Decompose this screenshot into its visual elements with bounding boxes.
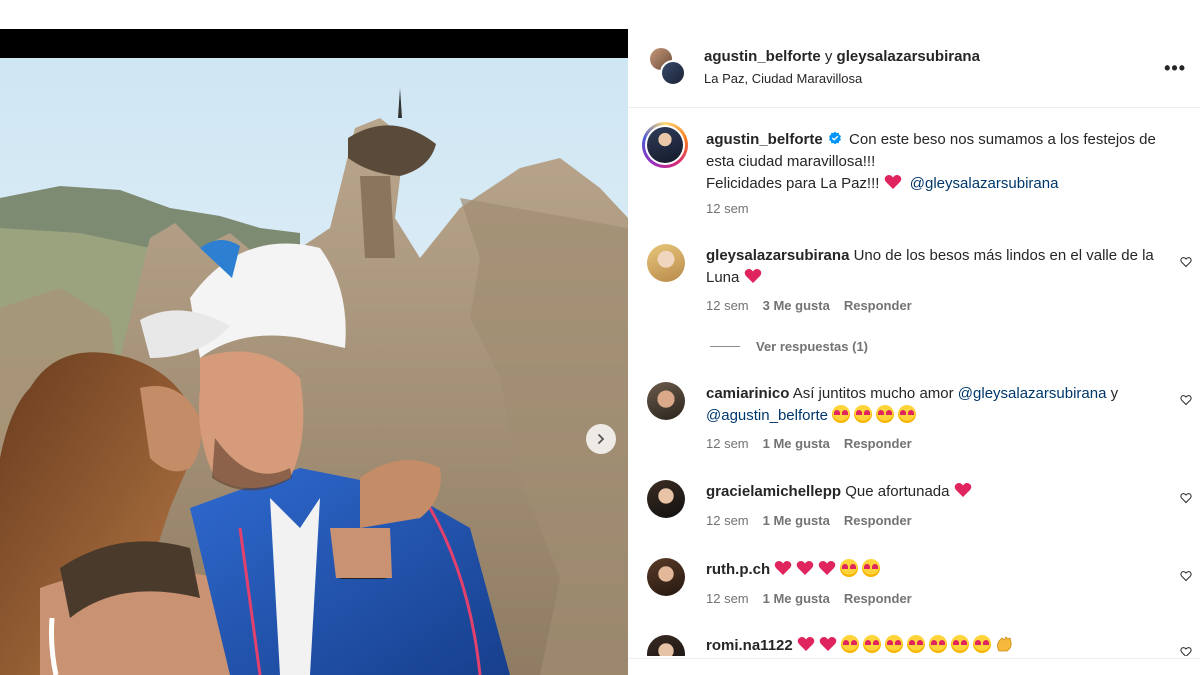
more-horizontal-icon: ••• <box>1164 58 1186 78</box>
caption-time[interactable]: 12 sem <box>706 201 749 216</box>
post-photo[interactable] <box>0 58 628 675</box>
post-media <box>0 0 628 675</box>
comment-text: camiarinico Así juntitos mucho amor @gle… <box>706 383 1176 427</box>
heart-eyes-emoji-icon <box>840 635 859 653</box>
heart-eyes-emoji-icon <box>862 635 881 653</box>
caption-username[interactable]: agustin_belforte <box>706 131 823 148</box>
comment-meta: 12 sem 1 Me gusta Responder <box>706 591 912 606</box>
comment-time[interactable]: 12 sem <box>706 513 749 528</box>
view-replies-label: Ver respuestas (1) <box>756 339 869 354</box>
comments-panel: agustin_belforte y gleysalazarsubirana L… <box>628 0 1200 675</box>
comment-username[interactable]: gleysalazarsubirana <box>706 247 849 264</box>
caption-text: agustin_belforte Con este beso nos sumam… <box>706 129 1176 195</box>
post-location[interactable]: La Paz, Ciudad Maravillosa <box>704 71 862 86</box>
comment-clip: romi.na1122 <box>628 628 1200 656</box>
media-top-bar <box>0 29 628 58</box>
comment-time[interactable]: 12 sem <box>706 298 749 313</box>
comment-likes[interactable]: 1 Me gusta <box>763 436 830 451</box>
red-heart-icon <box>954 483 971 497</box>
comment-username[interactable]: camiarinico <box>706 385 789 402</box>
post-header: agustin_belforte y gleysalazarsubirana L… <box>628 28 1200 108</box>
comment-text: romi.na1122 <box>706 635 1176 656</box>
comment-text: gleysalazarsubirana Uno de los besos más… <box>706 245 1176 289</box>
red-heart-icon <box>884 175 901 189</box>
heart-eyes-emoji-icon <box>884 635 903 653</box>
next-image-button[interactable] <box>586 424 616 454</box>
heart-eyes-emoji-icon <box>928 635 947 653</box>
chevron-right-icon <box>598 434 605 444</box>
avatar[interactable] <box>647 558 685 596</box>
reply-button[interactable]: Responder <box>844 591 912 606</box>
red-heart-icon <box>744 269 761 283</box>
heart-outline-icon[interactable] <box>1180 646 1192 656</box>
heart-eyes-emoji-icon <box>972 635 991 653</box>
red-heart-icon <box>775 561 792 575</box>
comment-time[interactable]: 12 sem <box>706 591 749 606</box>
verified-badge-icon <box>828 131 841 145</box>
heart-eyes-emoji-icon <box>854 405 873 423</box>
avatar <box>660 60 686 86</box>
red-heart-icon <box>797 637 815 651</box>
red-heart-icon <box>819 637 837 651</box>
comment-likes[interactable]: 1 Me gusta <box>763 513 830 528</box>
more-options-button[interactable]: ••• <box>1164 58 1186 79</box>
clapping-hands-icon <box>996 636 1012 652</box>
heart-eyes-emoji-icon <box>906 635 925 653</box>
caption-avatar[interactable] <box>642 122 688 168</box>
heart-eyes-emoji-icon <box>832 405 851 423</box>
view-replies-button[interactable]: Ver respuestas (1) <box>710 339 868 354</box>
comment-username[interactable]: romi.na1122 <box>706 637 793 654</box>
heart-outline-icon[interactable] <box>1180 492 1192 504</box>
comment-likes[interactable]: 3 Me gusta <box>763 298 830 313</box>
bottom-divider <box>628 658 1200 659</box>
comment-mention[interactable]: @gleysalazarsubirana <box>958 385 1107 402</box>
author-link[interactable]: agustin_belforte <box>704 48 821 65</box>
heart-outline-icon[interactable] <box>1180 570 1192 582</box>
avatar[interactable] <box>647 244 685 282</box>
comment-mention[interactable]: @agustin_belforte <box>706 407 828 424</box>
author-link[interactable]: gleysalazarsubirana <box>837 48 980 65</box>
heart-eyes-emoji-icon <box>950 635 969 653</box>
red-heart-icon <box>797 561 814 575</box>
replies-line <box>710 346 740 347</box>
avatar[interactable] <box>647 635 685 656</box>
reply-button[interactable]: Responder <box>844 298 912 313</box>
heart-eyes-emoji-icon <box>876 405 895 423</box>
comment-username[interactable]: ruth.p.ch <box>706 561 770 578</box>
comment-meta: 12 sem 3 Me gusta Responder <box>706 298 912 313</box>
authors-joiner: y <box>824 48 833 65</box>
comment-body: Así juntitos mucho amor <box>792 385 954 402</box>
heart-outline-icon[interactable] <box>1180 256 1192 268</box>
collab-avatars[interactable] <box>648 46 688 88</box>
heart-eyes-emoji-icon <box>862 559 881 577</box>
reply-button[interactable]: Responder <box>844 513 912 528</box>
comment-text: gracielamichellepp Que afortunada <box>706 481 1176 503</box>
reply-button[interactable]: Responder <box>844 436 912 451</box>
comment-text: ruth.p.ch <box>706 559 1176 581</box>
avatar[interactable] <box>647 382 685 420</box>
comment-meta: 12 sem 1 Me gusta Responder <box>706 513 912 528</box>
red-heart-icon <box>819 561 836 575</box>
comment-username[interactable]: gracielamichellepp <box>706 483 841 500</box>
comment-body: Que afortunada <box>845 483 950 500</box>
comment-meta: 12 sem 1 Me gusta Responder <box>706 436 912 451</box>
caption-line2: Felicidades para La Paz!!! <box>706 175 880 192</box>
post-authors: agustin_belforte y gleysalazarsubirana <box>704 48 980 65</box>
heart-eyes-emoji-icon <box>840 559 859 577</box>
avatar[interactable] <box>647 480 685 518</box>
comment-joiner: y <box>1110 385 1119 402</box>
caption-mention[interactable]: @gleysalazarsubirana <box>910 175 1059 192</box>
caption-meta: 12 sem <box>706 201 749 216</box>
heart-outline-icon[interactable] <box>1180 394 1192 406</box>
comment-time[interactable]: 12 sem <box>706 436 749 451</box>
heart-eyes-emoji-icon <box>898 405 917 423</box>
comment-likes[interactable]: 1 Me gusta <box>763 591 830 606</box>
